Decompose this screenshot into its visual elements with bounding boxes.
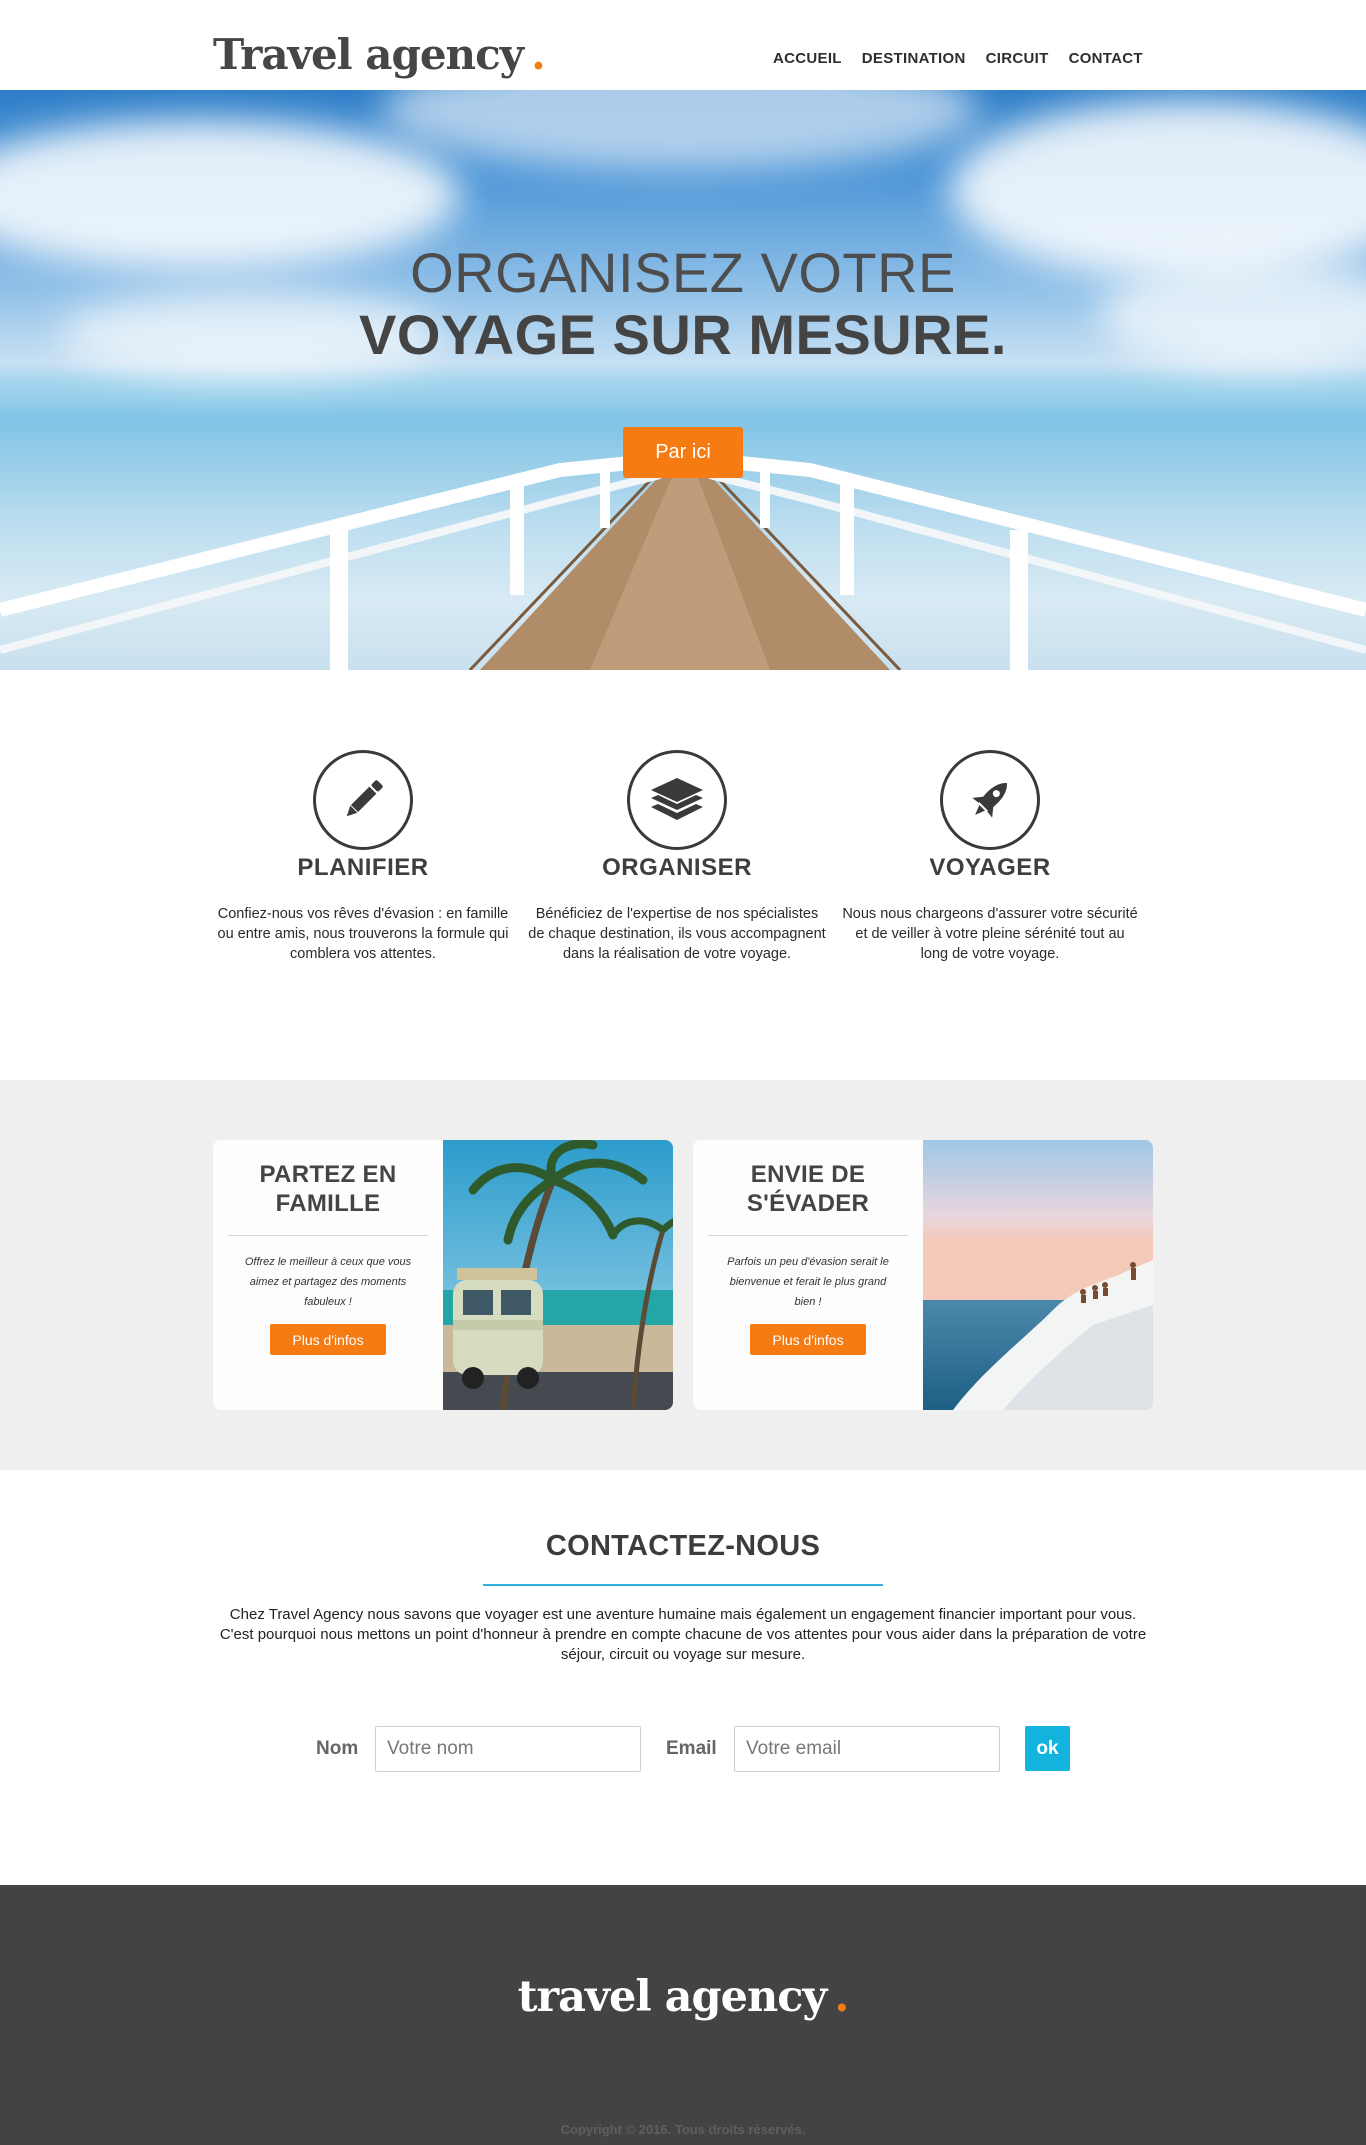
pen-icon xyxy=(346,780,383,817)
railing-post xyxy=(1010,530,1028,670)
offer-card-more-button[interactable]: Plus d'infos xyxy=(750,1324,866,1355)
offer-card-divider xyxy=(228,1235,428,1236)
offer-card-description: Parfois un peu d'évasion serait le bienv… xyxy=(727,1256,889,1308)
footer-logo[interactable]: travel agency. xyxy=(0,1972,1366,2022)
site-footer: travel agency. Copyright © 2016. Tous dr… xyxy=(0,1885,1366,2145)
offer-card-image-cliff-sea xyxy=(923,1140,1153,1410)
nav-contact[interactable]: CONTACT xyxy=(1069,50,1143,67)
features-section: PLANIFIER Confiez-nous vos rêves d'évasi… xyxy=(0,670,1366,1080)
railing-post xyxy=(760,468,770,528)
railing-post xyxy=(510,485,524,595)
pier-illustration xyxy=(0,453,1366,670)
logo-dot: . xyxy=(531,30,546,79)
railing-post xyxy=(600,468,610,528)
feature-icon-circle xyxy=(940,750,1040,850)
feature-text: Nous nous chargeons d'assurer votre sécu… xyxy=(842,906,1138,962)
feature-icon-circle xyxy=(627,750,727,850)
email-input[interactable] xyxy=(734,1726,1000,1772)
offer-card-title: ENVIE DE S'ÉVADER xyxy=(746,1161,870,1217)
rocket-icon xyxy=(972,783,1007,818)
site-logo[interactable]: Travel agency. xyxy=(213,34,546,76)
layers-icon xyxy=(651,778,703,820)
offers-section: PARTEZ EN FAMILLE Offrez le meilleur à c… xyxy=(0,1080,1366,1470)
offer-card-more-button[interactable]: Plus d'infos xyxy=(270,1324,386,1355)
name-input[interactable] xyxy=(375,1726,641,1772)
offer-card-image-beach-van xyxy=(443,1140,673,1410)
feature-voyager: VOYAGER Nous nous chargeons d'assurer vo… xyxy=(840,750,1140,964)
logo-text: Travel agency xyxy=(213,30,524,79)
hero-title-line1: ORGANISEZ VOTRE xyxy=(410,241,956,304)
offer-card-text: ENVIE DE S'ÉVADER Parfois un peu d'évasi… xyxy=(693,1140,923,1410)
offer-card-title: PARTEZ EN FAMILLE xyxy=(259,1161,397,1217)
email-label: Email xyxy=(666,1738,717,1759)
nav-destination[interactable]: DESTINATION xyxy=(862,50,966,67)
offer-card-description: Offrez le meilleur à ceux que vous aimez… xyxy=(244,1256,412,1308)
contact-description: Chez Travel Agency nous savons que voyag… xyxy=(219,1606,1147,1663)
offer-card-famille: PARTEZ EN FAMILLE Offrez le meilleur à c… xyxy=(213,1140,673,1410)
feature-title: ORGANISER xyxy=(602,854,752,881)
feature-title: VOYAGER xyxy=(929,854,1051,881)
footer-logo-dot: . xyxy=(834,1972,849,2022)
offer-card-evasion: ENVIE DE S'ÉVADER Parfois un peu d'évasi… xyxy=(693,1140,1153,1410)
railing-post xyxy=(840,485,854,595)
contact-title: CONTACTEZ-NOUS xyxy=(545,1530,821,1562)
contact-title-underline xyxy=(483,1584,883,1586)
hero-cta-button[interactable]: Par ici xyxy=(623,427,743,478)
feature-planifier: PLANIFIER Confiez-nous vos rêves d'évasi… xyxy=(213,750,513,964)
main-nav: ACCUEIL DESTINATION CIRCUIT CONTACT xyxy=(773,50,1163,67)
contact-submit-button[interactable]: ok xyxy=(1025,1726,1070,1771)
copyright-text: Copyright © 2016. Tous droits réservés. xyxy=(560,2122,806,2137)
contact-form: Nom Email ok xyxy=(0,1726,1366,1772)
offer-card-divider xyxy=(708,1235,908,1236)
feature-icon-circle xyxy=(313,750,413,850)
hero-title-line2: VOYAGE SUR MESURE. xyxy=(359,303,1007,366)
nav-circuit[interactable]: CIRCUIT xyxy=(986,50,1049,67)
hero-banner: ORGANISEZ VOTRE VOYAGE SUR MESURE. Par i… xyxy=(0,90,1366,670)
offer-card-text: PARTEZ EN FAMILLE Offrez le meilleur à c… xyxy=(213,1140,443,1410)
feature-text: Confiez-nous vos rêves d'évasion : en fa… xyxy=(217,906,509,962)
name-label: Nom xyxy=(316,1738,359,1759)
site-header: Travel agency. ACCUEIL DESTINATION CIRCU… xyxy=(0,0,1366,90)
feature-title: PLANIFIER xyxy=(297,854,429,881)
feature-text: Bénéficiez de l'expertise de nos spécial… xyxy=(528,906,826,962)
railing-post xyxy=(330,530,348,670)
nav-accueil[interactable]: ACCUEIL xyxy=(773,50,842,67)
feature-organiser: ORGANISER Bénéficiez de l'expertise de n… xyxy=(527,750,827,964)
footer-logo-text: travel agency xyxy=(517,1972,828,2022)
contact-section: CONTACTEZ-NOUS Chez Travel Agency nous s… xyxy=(0,1470,1366,1885)
